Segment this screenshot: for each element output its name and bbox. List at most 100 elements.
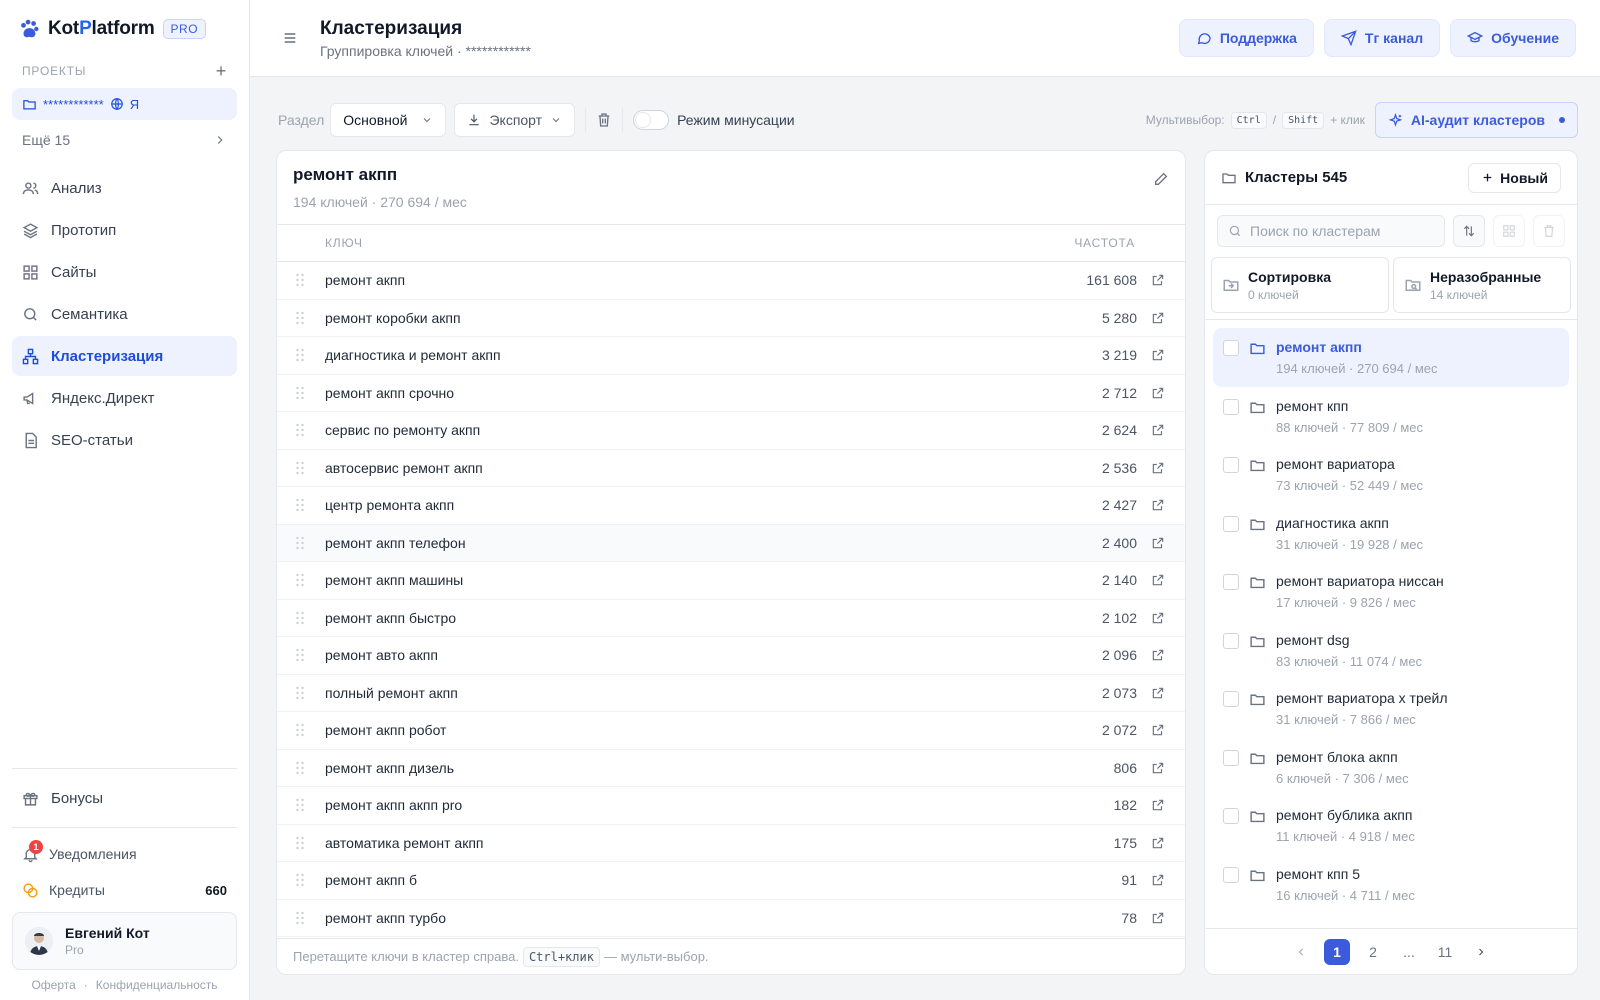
- user-card[interactable]: Евгений Кот Pro: [12, 912, 237, 970]
- export-button[interactable]: Экспорт: [454, 103, 576, 137]
- table-row[interactable]: ремонт акпп дизель 806: [277, 750, 1185, 787]
- drag-handle-icon[interactable]: [295, 686, 325, 700]
- cluster-item[interactable]: диагностика акпп 31 ключей · 19 928 / мес: [1213, 504, 1569, 563]
- table-row[interactable]: полный ремонт акпп 2 073: [277, 675, 1185, 712]
- external-link-icon[interactable]: [1151, 761, 1165, 775]
- learning-button[interactable]: Обучение: [1450, 19, 1576, 57]
- nav-item-analysis[interactable]: Анализ: [12, 168, 237, 208]
- cluster-checkbox[interactable]: [1223, 574, 1239, 590]
- table-row[interactable]: автосервис ремонт акпп 2 536: [277, 450, 1185, 487]
- external-link-icon[interactable]: [1151, 836, 1165, 850]
- table-row[interactable]: ремонт авто акпп 2 096: [277, 637, 1185, 675]
- table-row[interactable]: ремонт акпп робот 2 072: [277, 712, 1185, 750]
- delete-clusters-button[interactable]: [1533, 215, 1565, 247]
- nav-item-sites[interactable]: Сайты: [12, 252, 237, 292]
- drag-handle-icon[interactable]: [295, 461, 325, 475]
- table-row[interactable]: ремонт акпп акпп pro 182: [277, 787, 1185, 825]
- cluster-checkbox[interactable]: [1223, 749, 1239, 766]
- external-link-icon[interactable]: [1151, 611, 1165, 625]
- external-link-icon[interactable]: [1151, 723, 1165, 737]
- sorting-cluster[interactable]: Сортировка 0 ключей: [1211, 257, 1389, 313]
- drag-handle-icon[interactable]: [295, 348, 325, 362]
- table-row[interactable]: автоматика ремонт акпп 175: [277, 825, 1185, 862]
- drag-handle-icon[interactable]: [295, 498, 325, 512]
- cluster-item[interactable]: ремонт акпп 194 ключей · 270 694 / мес: [1213, 328, 1569, 387]
- page-last[interactable]: 11: [1432, 939, 1458, 965]
- drag-handle-icon[interactable]: [295, 911, 325, 925]
- drag-handle-icon[interactable]: [295, 423, 325, 437]
- external-link-icon[interactable]: [1151, 873, 1165, 887]
- cluster-checkbox[interactable]: [1223, 808, 1239, 824]
- drag-handle-icon[interactable]: [295, 873, 325, 887]
- table-row[interactable]: диагностика и ремонт акпп 3 219: [277, 337, 1185, 375]
- table-row[interactable]: ремонт акпп телефон 2 400: [277, 524, 1185, 562]
- table-row[interactable]: ремонт акпп срочно 2 712: [277, 375, 1185, 412]
- table-row[interactable]: ремонт акпп быстро 2 102: [277, 600, 1185, 637]
- nav-item-clustering[interactable]: Кластеризация: [12, 336, 237, 376]
- drag-handle-icon[interactable]: [295, 311, 325, 325]
- external-link-icon[interactable]: [1151, 311, 1165, 325]
- drag-handle-icon[interactable]: [295, 648, 325, 662]
- drag-handle-icon[interactable]: [295, 723, 325, 737]
- pencil-icon[interactable]: [1153, 171, 1169, 224]
- external-link-icon[interactable]: [1151, 386, 1165, 400]
- cluster-item[interactable]: ремонт кпп 88 ключей · 77 809 / мес: [1213, 387, 1569, 446]
- table-row[interactable]: ремонт акпп машины 2 140: [277, 562, 1185, 600]
- external-link-icon[interactable]: [1151, 536, 1165, 550]
- unsorted-cluster[interactable]: Неразобранные 14 ключей: [1393, 257, 1571, 313]
- external-link-icon[interactable]: [1151, 273, 1165, 287]
- cluster-item[interactable]: ремонт блока акпп 6 ключей · 7 306 / мес: [1213, 738, 1569, 797]
- new-cluster-button[interactable]: Новый: [1468, 162, 1561, 193]
- drag-handle-icon[interactable]: [295, 386, 325, 400]
- notifications-item[interactable]: 1 Уведомления: [12, 836, 237, 872]
- support-button[interactable]: Поддержка: [1178, 19, 1314, 57]
- cluster-item[interactable]: ремонт вариатора х трейл 31 ключей · 7 86…: [1213, 679, 1569, 738]
- external-link-icon[interactable]: [1151, 798, 1165, 812]
- menu-icon[interactable]: [282, 30, 298, 46]
- table-row[interactable]: ремонт акпп б 91: [277, 862, 1185, 900]
- table-row[interactable]: сервис по ремонту акпп 2 624: [277, 412, 1185, 450]
- drag-handle-icon[interactable]: [295, 611, 325, 625]
- nav-item-semantics[interactable]: Семантика: [12, 294, 237, 334]
- cluster-item[interactable]: ремонт бублика акпп 11 ключей · 4 918 / м…: [1213, 796, 1569, 855]
- page-1[interactable]: 1: [1324, 938, 1350, 965]
- nav-item-yandex-direct[interactable]: Яндекс.Директ: [12, 378, 237, 418]
- merge-button[interactable]: [1493, 215, 1525, 247]
- external-link-icon[interactable]: [1151, 461, 1165, 475]
- cluster-checkbox[interactable]: [1223, 632, 1239, 649]
- cluster-checkbox[interactable]: [1223, 340, 1239, 356]
- table-row[interactable]: центр ремонта акпп 2 427: [277, 487, 1185, 525]
- drag-handle-icon[interactable]: [295, 836, 325, 850]
- next-page-icon[interactable]: [1468, 939, 1494, 965]
- cluster-checkbox[interactable]: [1223, 866, 1239, 883]
- cluster-checkbox[interactable]: [1223, 691, 1239, 707]
- more-projects-item[interactable]: Ещё 15: [12, 120, 237, 160]
- sort-button[interactable]: [1453, 215, 1485, 247]
- bonus-item[interactable]: Бонусы: [12, 769, 237, 827]
- project-item[interactable]: ************ Я: [12, 88, 237, 120]
- add-project-button[interactable]: +: [216, 61, 227, 82]
- offer-link[interactable]: Оферта: [31, 978, 75, 992]
- drag-handle-icon[interactable]: [295, 573, 325, 587]
- cluster-item[interactable]: ремонт кпп 5 16 ключей · 4 711 / мес: [1213, 855, 1569, 914]
- credits-item[interactable]: Кредиты 660: [12, 872, 237, 908]
- cluster-item[interactable]: ремонт вариатора ниссан 17 ключей · 9 826…: [1213, 562, 1569, 621]
- cluster-search-input[interactable]: Поиск по кластерам: [1217, 215, 1445, 247]
- drag-handle-icon[interactable]: [295, 273, 325, 287]
- drag-handle-icon[interactable]: [295, 798, 325, 812]
- drag-handle-icon[interactable]: [295, 536, 325, 550]
- external-link-icon[interactable]: [1151, 648, 1165, 662]
- brand[interactable]: KotPlatform PRO: [12, 0, 237, 58]
- external-link-icon[interactable]: [1151, 686, 1165, 700]
- privacy-link[interactable]: Конфиденциальность: [96, 978, 218, 992]
- table-row[interactable]: ремонт акпп 161 608: [277, 262, 1185, 300]
- trash-icon[interactable]: [596, 112, 612, 128]
- nav-item-seo-articles[interactable]: SEO-статьи: [12, 420, 237, 460]
- cluster-checkbox[interactable]: [1223, 457, 1239, 473]
- telegram-button[interactable]: Тг канал: [1323, 19, 1441, 57]
- table-row[interactable]: ремонт акпп турбо 78: [277, 900, 1185, 937]
- minus-mode-toggle[interactable]: [633, 110, 670, 130]
- cluster-item[interactable]: ремонт dsg 83 ключей · 11 074 / мес: [1213, 621, 1569, 680]
- external-link-icon[interactable]: [1151, 498, 1165, 512]
- external-link-icon[interactable]: [1151, 423, 1165, 437]
